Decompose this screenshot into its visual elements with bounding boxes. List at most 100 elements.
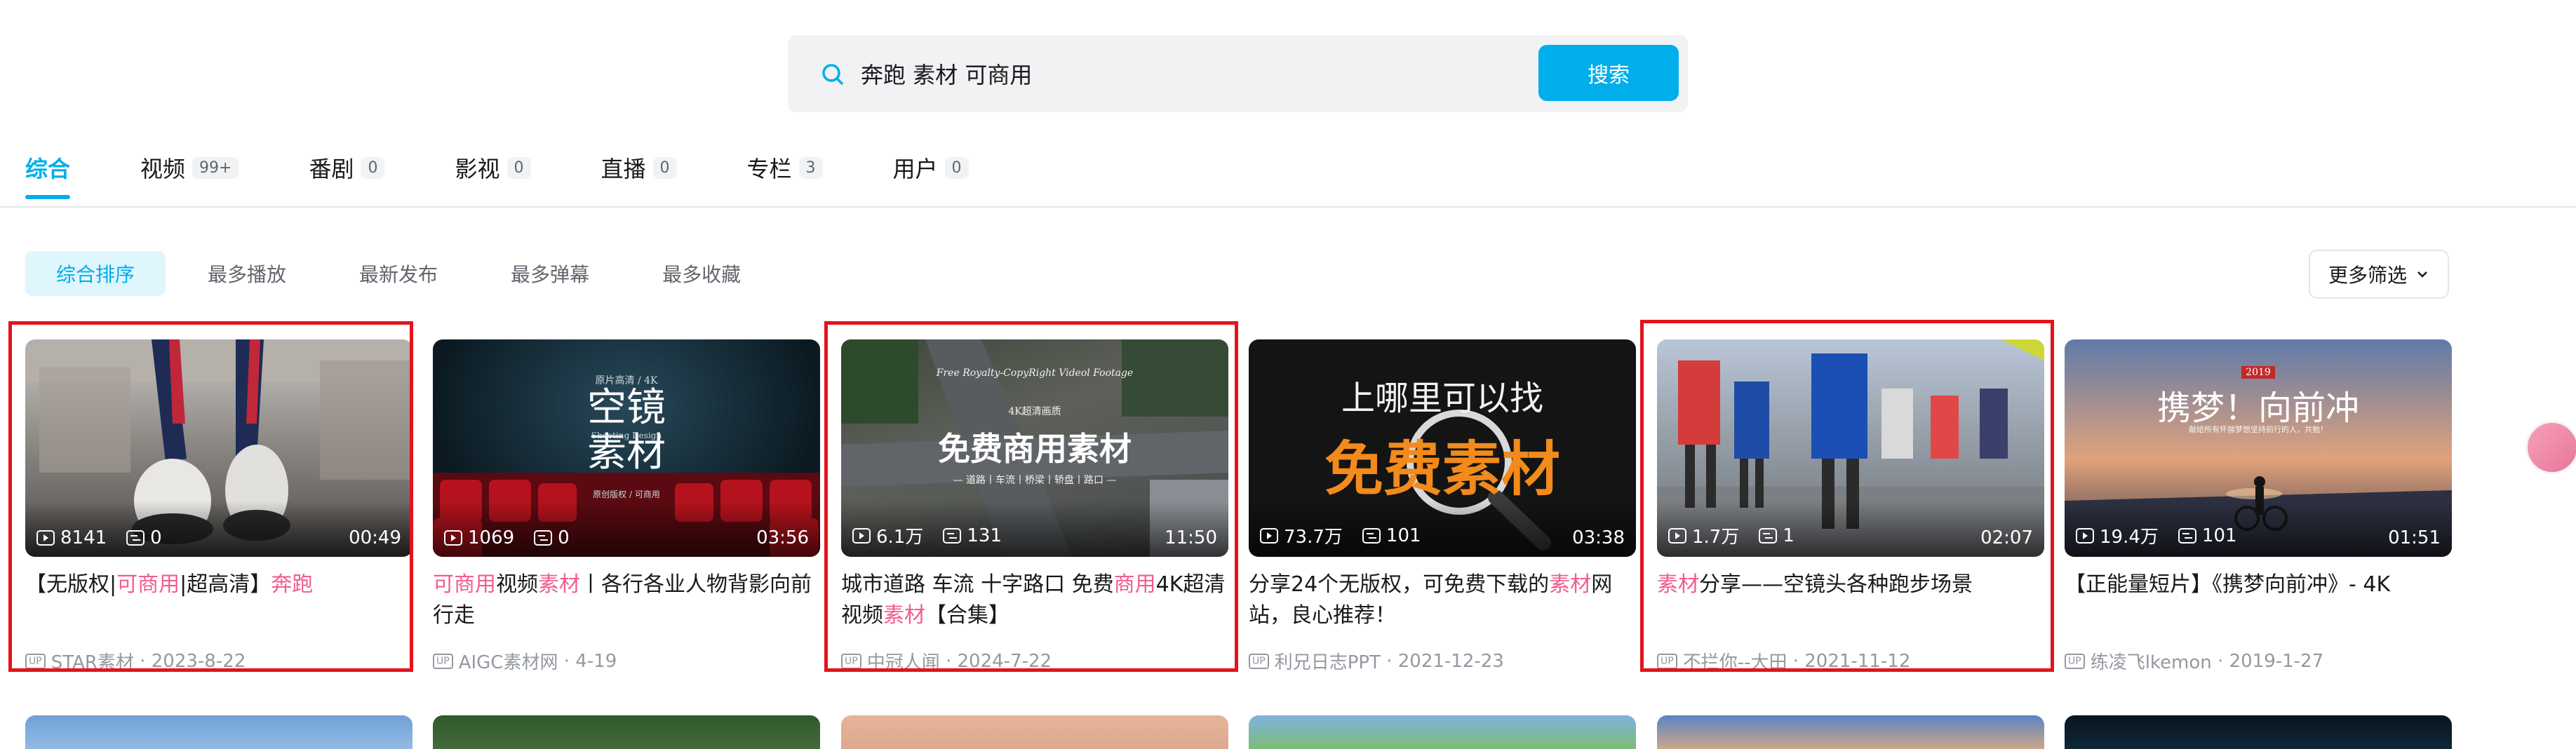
search-button[interactable]: 搜索 <box>1538 45 1679 101</box>
sort-options: 综合排序 最多播放 最新发布 最多弹幕 最多收藏 <box>25 251 783 296</box>
play-icon <box>444 530 462 546</box>
tab-articles[interactable]: 专栏 3 <box>747 151 823 184</box>
up-icon: UP <box>1249 653 1269 669</box>
active-tab-indicator <box>25 195 70 199</box>
video-card[interactable]: 2019 携梦！向前冲 献给所有怀揣梦想坚持前行的人，共勉！ 19.4万 101… <box>2065 339 2452 674</box>
sort-comprehensive[interactable]: 综合排序 <box>25 251 166 296</box>
annotation-box <box>1640 320 2054 672</box>
danmaku-count-value: 101 <box>1386 525 1421 546</box>
video-thumbnail[interactable] <box>1657 715 2044 749</box>
tab-label: 专栏 <box>746 156 792 182</box>
video-stats: 73.7万 101 <box>1260 522 1441 548</box>
uploader-name[interactable]: AIGC素材网 <box>459 648 558 674</box>
floating-avatar-button[interactable] <box>2525 421 2576 474</box>
play-icon <box>2076 527 2094 544</box>
video-duration: 03:56 <box>756 527 809 548</box>
tab-count-badge: 0 <box>507 156 531 179</box>
video-meta: UP 利兄日志PPT · 2021-12-23 <box>1249 648 1636 674</box>
video-card[interactable]: 上哪里可以找 免费素材 73.7万 101 03:38 分享24个无版权，可免费… <box>1249 339 1636 674</box>
tab-label: 用户 <box>892 156 938 182</box>
tab-movies[interactable]: 影视 0 <box>455 151 531 184</box>
title-text: 视频 <box>496 572 538 597</box>
danmaku-count-value: 0 <box>558 527 570 548</box>
play-count-value: 1069 <box>468 527 515 548</box>
separator: · <box>2211 650 2229 672</box>
tab-count-badge: 0 <box>361 156 385 179</box>
video-thumbnail[interactable] <box>1249 715 1636 749</box>
title-highlight: 可商用 <box>433 572 496 597</box>
result-tabs: 综合 视频 99+ 番剧 0 影视 0 直播 0 专栏 3 用户 0 <box>25 151 1039 203</box>
tab-video[interactable]: 视频 99+ <box>140 151 239 184</box>
uploader-name[interactable]: 利兄日志PPT <box>1275 648 1381 674</box>
up-icon: UP <box>433 653 453 669</box>
search-bar: 搜索 <box>788 35 1688 112</box>
filter-label: 更多筛选 <box>2328 264 2407 287</box>
publish-date: 4-19 <box>575 650 617 672</box>
tab-users[interactable]: 用户 0 <box>893 151 969 184</box>
video-card[interactable]: 原片高清 / 4K 空镜 素材 Shooting Design 原创版权 / 可… <box>433 339 820 674</box>
video-stats: 19.4万 101 <box>2076 522 2257 548</box>
more-filters-button[interactable]: 更多筛选 <box>2309 250 2449 299</box>
video-duration: 01:51 <box>2388 527 2441 548</box>
thumbnail-headline: 免费素材 <box>1324 434 1560 504</box>
video-title[interactable]: 【正能量短片】《携梦向前冲》- 4K <box>2065 569 2452 631</box>
tab-label: 直播 <box>601 156 646 182</box>
video-thumbnail[interactable] <box>2065 715 2452 749</box>
annotation-box <box>8 321 413 672</box>
title-text: 【正能量短片】《携梦向前冲》- 4K <box>2065 572 2391 597</box>
search-input[interactable] <box>861 50 1534 97</box>
video-title[interactable]: 可商用视频素材丨各行各业人物背影向前行走 <box>433 569 820 631</box>
video-thumbnail[interactable]: 上哪里可以找 免费素材 73.7万 101 03:38 <box>1249 339 1636 557</box>
tab-all[interactable]: 综合 <box>25 151 70 199</box>
divider <box>0 206 2576 208</box>
sort-newest[interactable]: 最新发布 <box>328 251 469 296</box>
play-count-value: 19.4万 <box>2100 527 2159 548</box>
sort-most-favorited[interactable]: 最多收藏 <box>631 251 772 296</box>
publish-date: 2019-1-27 <box>2229 650 2324 672</box>
separator: · <box>558 650 576 672</box>
video-thumbnail[interactable] <box>841 715 1228 749</box>
year-badge-text: 2019 <box>2241 366 2275 379</box>
search-results-page: 搜索 综合 视频 99+ 番剧 0 影视 0 直播 0 专栏 3 用户 0 <box>0 0 2576 749</box>
video-thumbnail[interactable] <box>433 715 820 749</box>
thumbnail-headline: 携梦！向前冲 <box>2156 389 2359 428</box>
tab-label: 影视 <box>455 156 500 182</box>
video-thumbnail[interactable]: 2019 携梦！向前冲 献给所有怀揣梦想坚持前行的人，共勉！ 19.4万 101… <box>2065 339 2452 557</box>
danmaku-icon <box>1362 527 1381 544</box>
play-count-value: 73.7万 <box>1284 527 1343 548</box>
tab-bangumi[interactable]: 番剧 0 <box>309 151 385 184</box>
danmaku-icon <box>2178 527 2196 544</box>
thumbnail-caption: Shooting Design <box>591 431 662 440</box>
video-stats: 1069 0 <box>444 527 589 548</box>
chevron-down-icon <box>2417 271 2427 278</box>
video-thumbnail[interactable] <box>25 715 412 749</box>
thumbnail-caption: 上哪里可以找 <box>1341 379 1543 418</box>
tab-live[interactable]: 直播 0 <box>601 151 677 184</box>
play-count: 73.7万 <box>1260 522 1343 548</box>
title-highlight: 素材 <box>538 572 580 597</box>
sort-most-played[interactable]: 最多播放 <box>177 251 317 296</box>
danmaku-count: 101 <box>1362 525 1421 546</box>
uploader-name[interactable]: 练凌飞lkemon <box>2091 648 2212 674</box>
tab-count-badge: 0 <box>944 156 969 179</box>
video-thumbnail[interactable]: 原片高清 / 4K 空镜 素材 Shooting Design 原创版权 / 可… <box>433 339 820 557</box>
video-meta: UP 练凌飞lkemon · 2019-1-27 <box>2065 648 2452 674</box>
title-text: 分享24个无版权，可免费下载的 <box>1249 572 1550 597</box>
thumbnail-caption: 献给所有怀揣梦想坚持前行的人，共勉！ <box>2189 425 2328 434</box>
play-icon <box>1260 527 1278 544</box>
search-icon <box>822 64 843 85</box>
year-badge: 2019 <box>2065 365 2452 379</box>
title-highlight: 素材 <box>1549 572 1592 597</box>
play-count: 1069 <box>444 527 514 548</box>
thumbnail-caption: 原创版权 / 可商用 <box>593 490 660 499</box>
separator: · <box>1380 650 1398 672</box>
tab-count-badge: 99+ <box>192 156 239 179</box>
play-count: 19.4万 <box>2076 522 2159 548</box>
tab-label: 视频 <box>140 156 186 182</box>
video-title[interactable]: 分享24个无版权，可免费下载的素材网站，良心推荐！ <box>1249 569 1636 631</box>
danmaku-count: 101 <box>2178 525 2237 546</box>
video-duration: 03:38 <box>1572 527 1625 548</box>
publish-date: 2021-12-23 <box>1397 650 1504 672</box>
sort-most-danmaku[interactable]: 最多弹幕 <box>480 251 620 296</box>
annotation-box <box>824 321 1238 672</box>
